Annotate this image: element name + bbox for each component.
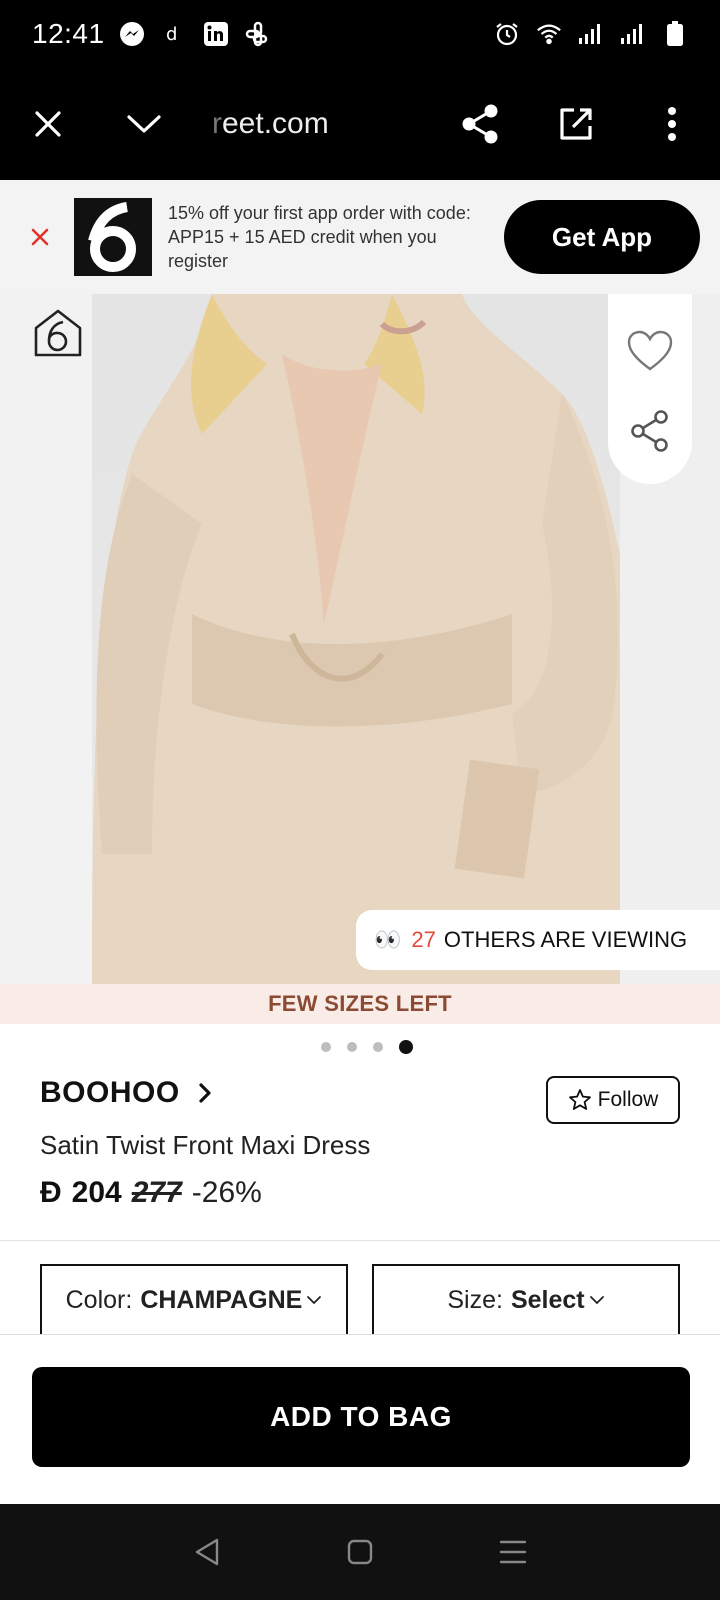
add-to-bag-button[interactable]: ADD TO BAG bbox=[32, 1367, 690, 1467]
open-external-icon bbox=[560, 108, 592, 140]
browser-toolbar: reet.com bbox=[0, 68, 720, 180]
wishlist-button[interactable] bbox=[627, 330, 673, 377]
product-image-carousel[interactable]: 👀 27 OTHERS ARE VIEWING bbox=[0, 294, 720, 984]
brand-name: BOOHOO bbox=[40, 1076, 180, 1109]
viewers-badge: 👀 27 OTHERS ARE VIEWING bbox=[356, 910, 720, 970]
viewers-count: 27 bbox=[411, 927, 436, 952]
more-options-button[interactable] bbox=[624, 68, 720, 180]
recents-menu-icon bbox=[500, 1540, 527, 1564]
product-title: Satin Twist Front Maxi Dress bbox=[40, 1130, 371, 1160]
signal-icon bbox=[578, 21, 604, 47]
url-bar[interactable]: reet.com bbox=[212, 107, 432, 141]
svg-text:d: d bbox=[166, 24, 177, 45]
image-background-left bbox=[0, 294, 92, 984]
carousel-indicators bbox=[0, 1040, 720, 1054]
status-left-icons: d bbox=[119, 21, 271, 47]
size-label: Size: bbox=[447, 1285, 503, 1314]
carousel-dot[interactable] bbox=[347, 1042, 357, 1052]
home-button[interactable] bbox=[340, 1532, 380, 1572]
close-icon bbox=[31, 228, 49, 246]
chevron-right-icon bbox=[198, 1082, 212, 1104]
close-tab-button[interactable] bbox=[0, 68, 96, 180]
share-button[interactable] bbox=[432, 68, 528, 180]
chevron-down-icon bbox=[127, 115, 161, 133]
eyes-icon: 👀 bbox=[374, 927, 402, 952]
banner-promo-text: 15% off your first app order with code: … bbox=[168, 203, 471, 271]
color-selector[interactable]: Color: CHAMPAGNE bbox=[40, 1264, 348, 1334]
battery-icon bbox=[662, 21, 688, 47]
messenger-icon bbox=[119, 21, 145, 47]
carousel-dot-active[interactable] bbox=[399, 1040, 413, 1054]
chevron-down-icon bbox=[589, 1295, 605, 1305]
current-price: 204 bbox=[71, 1176, 122, 1209]
share-icon bbox=[631, 410, 668, 452]
six-logo-icon bbox=[88, 202, 136, 272]
size-selector[interactable]: Size: Select bbox=[372, 1264, 680, 1334]
dress-photo-illustration bbox=[92, 294, 628, 984]
app-download-banner: 15% off your first app order with code: … bbox=[0, 180, 720, 294]
status-bar: 12:41 d bbox=[0, 0, 720, 68]
sticky-cta-area: ADD TO BAG bbox=[0, 1334, 720, 1504]
back-triangle-icon bbox=[195, 1538, 218, 1566]
wifi-icon bbox=[536, 21, 562, 47]
price-row: Đ 204 277 -26% bbox=[40, 1176, 262, 1210]
slack-icon bbox=[245, 21, 271, 47]
get-app-button[interactable]: Get App bbox=[504, 200, 700, 274]
original-price: 277 bbox=[131, 1176, 182, 1209]
carousel-dot[interactable] bbox=[373, 1042, 383, 1052]
signal-icon bbox=[620, 21, 646, 47]
size-value: Select bbox=[510, 1285, 585, 1314]
product-share-button[interactable] bbox=[629, 409, 671, 458]
open-external-button[interactable] bbox=[528, 68, 624, 180]
linkedin-icon bbox=[203, 21, 229, 47]
follow-brand-button[interactable]: Follow bbox=[546, 1076, 680, 1124]
minimize-button[interactable] bbox=[96, 68, 192, 180]
app-logo bbox=[74, 198, 152, 276]
carousel-dot[interactable] bbox=[321, 1042, 331, 1052]
product-photo bbox=[92, 294, 628, 984]
status-time: 12:41 bbox=[32, 18, 105, 49]
color-value: CHAMPAGNE bbox=[140, 1285, 303, 1314]
currency-symbol: Đ bbox=[40, 1176, 62, 1209]
brand-watermark-icon bbox=[32, 308, 84, 360]
discount-percent: -26% bbox=[191, 1176, 262, 1209]
url-text: eet.com bbox=[222, 107, 329, 140]
back-button[interactable] bbox=[187, 1532, 227, 1572]
heart-icon bbox=[627, 330, 673, 371]
star-icon bbox=[568, 1089, 591, 1110]
follow-label: Follow bbox=[597, 1088, 659, 1111]
system-navigation-bar bbox=[0, 1504, 720, 1600]
share-icon bbox=[462, 104, 498, 144]
color-label: Color: bbox=[65, 1285, 133, 1314]
url-fade: r bbox=[212, 107, 222, 140]
home-square-icon bbox=[347, 1539, 373, 1565]
recents-button[interactable] bbox=[493, 1532, 533, 1572]
alarm-icon bbox=[494, 21, 520, 47]
close-icon bbox=[35, 111, 61, 137]
banner-close-button[interactable] bbox=[12, 180, 68, 294]
image-actions bbox=[608, 294, 692, 484]
more-vertical-icon bbox=[668, 107, 676, 141]
section-divider bbox=[0, 1240, 720, 1241]
status-right-icons bbox=[494, 21, 688, 47]
d-icon: d bbox=[161, 21, 187, 47]
few-sizes-left-banner: FEW SIZES LEFT bbox=[0, 984, 720, 1024]
viewers-text: OTHERS ARE VIEWING bbox=[443, 927, 688, 952]
chevron-down-icon bbox=[306, 1295, 322, 1305]
brand-link[interactable]: BOOHOO bbox=[40, 1076, 212, 1110]
